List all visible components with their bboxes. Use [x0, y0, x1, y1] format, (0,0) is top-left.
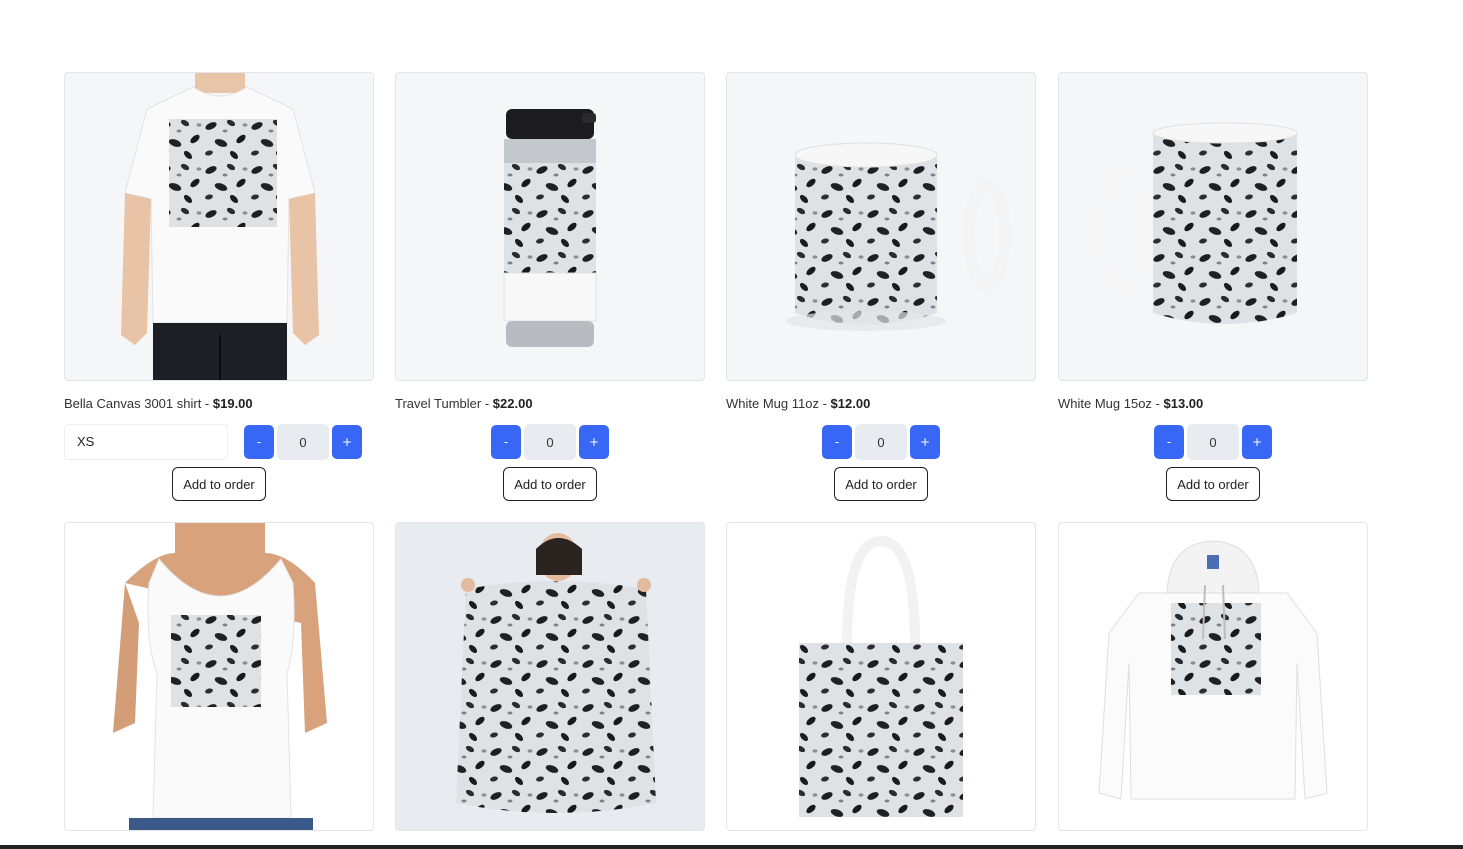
quantity-row: XS - 0 + — [64, 423, 374, 461]
quantity-input[interactable]: 0 — [855, 424, 907, 460]
product-title: White Mug 11oz - $12.00 — [726, 396, 1036, 412]
blanket-image — [395, 522, 705, 831]
decrement-button[interactable]: - — [822, 425, 852, 459]
quantity-row: - 0 + — [1058, 423, 1368, 461]
quantity-input[interactable]: 0 — [524, 424, 576, 460]
add-to-order-button[interactable]: Add to order — [172, 467, 266, 501]
product-name: White Mug 15oz — [1058, 396, 1152, 411]
product-name: Bella Canvas 3001 shirt — [64, 396, 202, 411]
product-card: White Mug 15oz - $13.00 - 0 + Add to ord… — [1058, 72, 1368, 501]
increment-button[interactable]: + — [1242, 425, 1272, 459]
quantity-stepper: - 0 + — [244, 424, 362, 460]
increment-button[interactable]: + — [332, 425, 362, 459]
quantity-stepper: - 0 + — [822, 424, 940, 460]
product-name: White Mug 11oz — [726, 396, 819, 411]
product-card: White Mug 11oz - $12.00 - 0 + Add to ord… — [726, 72, 1036, 501]
tshirt-model-image — [64, 72, 374, 381]
product-card — [726, 522, 1036, 831]
product-price: $12.00 — [830, 396, 871, 411]
product-card — [64, 522, 374, 831]
product-card — [1058, 522, 1368, 831]
size-select[interactable]: XS — [64, 424, 228, 460]
increment-button[interactable]: + — [579, 425, 609, 459]
quantity-stepper: - 0 + — [491, 424, 609, 460]
quantity-input[interactable]: 0 — [277, 424, 329, 460]
title-separator: - — [481, 396, 493, 411]
add-to-order-button[interactable]: Add to order — [1166, 467, 1260, 501]
product-title: White Mug 15oz - $13.00 — [1058, 396, 1368, 412]
quantity-stepper: - 0 + — [1154, 424, 1272, 460]
product-card — [395, 522, 705, 831]
product-price: $13.00 — [1163, 396, 1204, 411]
quantity-row: - 0 + — [726, 423, 1036, 461]
title-separator: - — [818, 396, 831, 411]
tumbler-image — [395, 72, 705, 381]
mug-11oz-image — [726, 72, 1036, 381]
decrement-button[interactable]: - — [244, 425, 274, 459]
mug-15oz-image — [1058, 72, 1368, 381]
add-to-order-button[interactable]: Add to order — [834, 467, 928, 501]
decrement-button[interactable]: - — [1154, 425, 1184, 459]
title-separator: - — [1151, 396, 1164, 411]
product-card: Travel Tumbler - $22.00 - 0 + Add to ord… — [395, 72, 705, 501]
hoodie-image — [1058, 522, 1368, 831]
bottom-bar — [0, 845, 1463, 849]
title-separator: - — [201, 396, 213, 411]
increment-button[interactable]: + — [910, 425, 940, 459]
tote-bag-image — [726, 522, 1036, 831]
product-price: $19.00 — [212, 396, 253, 411]
product-title: Travel Tumbler - $22.00 — [395, 396, 705, 412]
product-title: Bella Canvas 3001 shirt - $19.00 — [64, 396, 374, 412]
product-card: Bella Canvas 3001 shirt - $19.00 XS - 0 … — [64, 72, 374, 501]
product-price: $22.00 — [492, 396, 533, 411]
decrement-button[interactable]: - — [491, 425, 521, 459]
quantity-input[interactable]: 0 — [1187, 424, 1239, 460]
quantity-row: - 0 + — [395, 423, 705, 461]
add-to-order-button[interactable]: Add to order — [503, 467, 597, 501]
tank-top-image — [64, 522, 374, 831]
product-name: Travel Tumbler — [395, 396, 482, 411]
